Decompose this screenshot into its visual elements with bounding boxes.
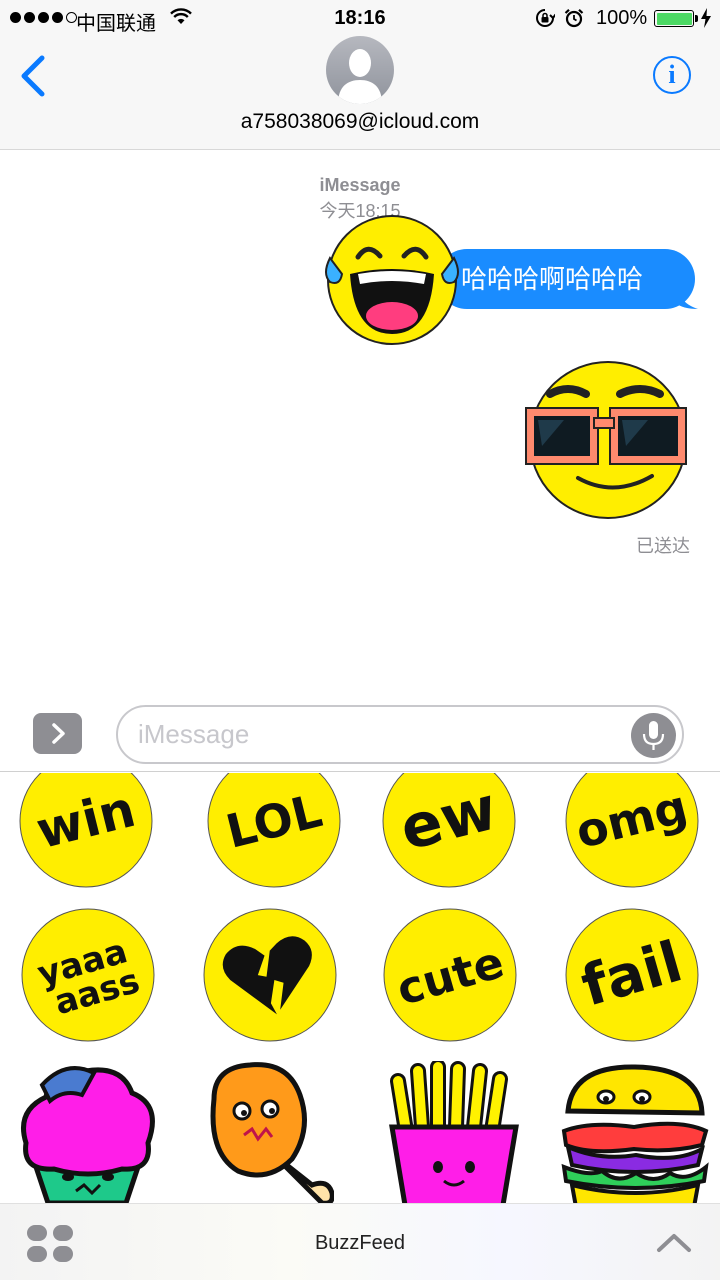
sticker-yaaaaass[interactable]: yaaa aass — [20, 907, 156, 1043]
contact-avatar[interactable] — [326, 36, 394, 104]
sticker-lol[interactable]: LOL — [206, 773, 342, 889]
person-silhouette-icon — [338, 49, 382, 104]
service-label: iMessage — [319, 175, 401, 195]
info-icon: i — [668, 60, 676, 89]
battery-icon — [654, 10, 698, 27]
chevron-right-icon — [52, 723, 65, 744]
sticker-drawer: win LOL ew omg yaaa aass cute fail — [0, 773, 720, 1203]
sticker-broken-heart[interactable] — [202, 907, 338, 1043]
conversation-header: a758038069@icloud.com i — [0, 36, 720, 150]
message-input[interactable] — [138, 707, 618, 762]
alarm-icon — [564, 8, 584, 28]
sticker-cupcake[interactable] — [12, 1061, 162, 1203]
microphone-icon — [642, 721, 665, 750]
contact-name[interactable]: a758038069@icloud.com — [0, 110, 720, 134]
sticker-cute[interactable]: cute — [382, 907, 518, 1043]
dictation-button[interactable] — [631, 713, 676, 758]
current-app-name: BuzzFeed — [314, 1232, 406, 1254]
expand-apps-button[interactable] — [33, 713, 82, 754]
info-button[interactable]: i — [653, 56, 691, 94]
sunglasses-emoji-sticker[interactable] — [524, 360, 694, 520]
message-text: 哈哈哈啊哈哈哈 — [461, 264, 644, 294]
message-input-container[interactable] — [116, 705, 684, 764]
outgoing-message-bubble[interactable]: 哈哈哈啊哈哈哈 — [437, 249, 695, 309]
sticker-omg[interactable]: omg — [564, 773, 700, 889]
app-drawer-bar: BuzzFeed — [0, 1203, 720, 1280]
chevron-up-icon[interactable] — [655, 1228, 693, 1254]
message-composer — [0, 700, 720, 772]
back-chevron-icon[interactable] — [16, 54, 56, 98]
battery-percentage: 100% — [596, 7, 648, 29]
sticker-sandwich[interactable] — [560, 1061, 710, 1203]
charging-bolt-icon — [701, 8, 711, 28]
sticker-win[interactable]: win — [18, 773, 154, 889]
laughing-tears-emoji-sticker[interactable] — [318, 212, 466, 348]
sticker-french-fries[interactable] — [384, 1061, 524, 1203]
sticker-ew[interactable]: ew — [381, 773, 517, 889]
bubble-tail — [676, 285, 698, 309]
sticker-fail[interactable]: fail — [564, 907, 700, 1043]
rotation-lock-icon — [536, 9, 555, 27]
delivery-status: 已送达 — [636, 536, 690, 556]
status-bar: 中国联通 18:16 100% — [0, 0, 720, 36]
sticker-fried-chicken[interactable] — [204, 1059, 334, 1203]
